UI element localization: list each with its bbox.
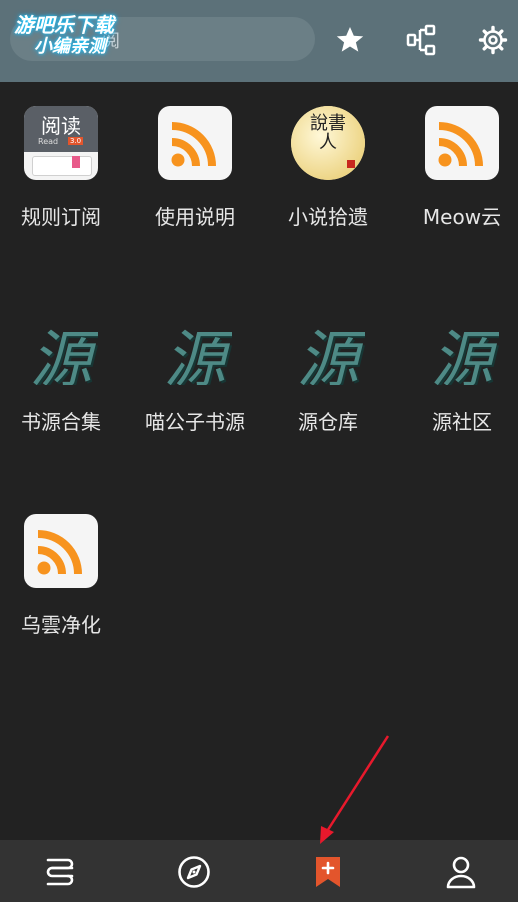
source-label: 源社区 [432, 410, 492, 434]
yuan-glyph: 源 [296, 323, 359, 385]
source-label: 喵公子书源 [145, 410, 245, 434]
source-label: 书源合集 [21, 410, 101, 434]
source-item[interactable]: Meow云 [401, 82, 518, 272]
bookmark-ribbon [72, 156, 80, 168]
storyteller-text: 說書人 [310, 113, 346, 153]
watermark-line2: 小编亲测 [34, 36, 106, 57]
rss-graphic [171, 122, 216, 167]
bookmark-plus-icon[interactable] [310, 854, 346, 890]
source-item[interactable]: 使用说明 [134, 82, 264, 272]
source-item[interactable]: 阅读 Read 3.0 规则订阅 [0, 82, 130, 272]
watermark: 游吧乐下载 小编亲测 [14, 14, 114, 58]
yuan-calligraphy-icon: 源 [425, 311, 499, 385]
source-item[interactable]: 說書人 小说拾遗 [267, 82, 397, 272]
rss-graphic [37, 530, 82, 575]
source-item[interactable]: 源 书源合集 [0, 287, 130, 477]
source-item[interactable]: 乌雲净化 [0, 490, 130, 680]
book-shape [32, 156, 92, 176]
gear-icon[interactable] [477, 24, 509, 56]
rss-icon [425, 106, 499, 180]
compass-icon[interactable] [176, 854, 212, 890]
rss-icon [158, 106, 232, 180]
yuan-calligraphy-icon: 源 [24, 311, 98, 385]
bookshelf-icon[interactable] [42, 854, 78, 890]
storyteller-icon: 說書人 [291, 106, 365, 180]
reading-app-version: 3.0 [68, 137, 84, 145]
yuan-calligraphy-icon: 源 [158, 311, 232, 385]
yuan-calligraphy-icon: 源 [291, 311, 365, 385]
top-bar: 阅 游吧乐下载 小编亲测 [0, 0, 518, 82]
source-item[interactable]: 源 源社区 [401, 287, 518, 477]
rss-icon [24, 514, 98, 588]
yuan-glyph: 源 [430, 323, 493, 385]
watermark-line1: 游吧乐下载 [14, 13, 114, 37]
source-label: Meow云 [422, 205, 502, 229]
reading-app-icon: 阅读 Read 3.0 [24, 106, 98, 180]
yuan-glyph: 源 [163, 323, 226, 385]
source-label: 小说拾遗 [288, 205, 368, 229]
source-label: 使用说明 [155, 205, 235, 229]
seal-mark [347, 160, 355, 168]
yuan-glyph: 源 [29, 323, 92, 385]
star-icon[interactable] [334, 24, 366, 56]
source-label: 规则订阅 [21, 205, 101, 229]
source-item[interactable]: 源 喵公子书源 [134, 287, 264, 477]
group-icon[interactable] [406, 24, 438, 56]
source-item[interactable]: 源 源仓库 [267, 287, 397, 477]
source-label: 源仓库 [298, 410, 358, 434]
bottom-nav [0, 840, 518, 902]
reading-app-title: 阅读 [41, 114, 81, 138]
rss-graphic [438, 122, 483, 167]
source-label: 乌雲净化 [21, 613, 101, 637]
person-icon[interactable] [443, 854, 479, 890]
reading-app-sub: Read [38, 137, 59, 146]
